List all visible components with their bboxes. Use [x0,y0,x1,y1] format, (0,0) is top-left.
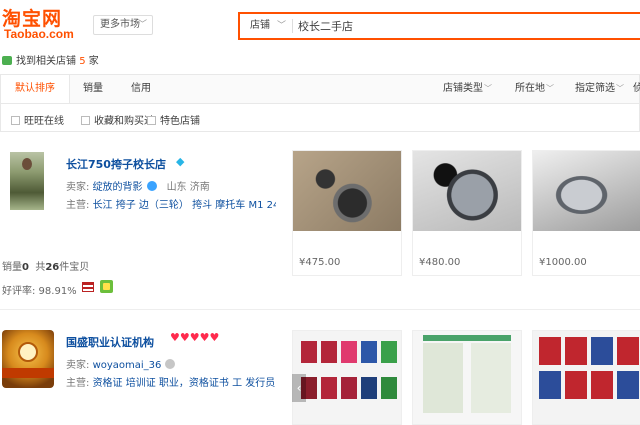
search-type-dropdown[interactable]: 店铺 ﹀ [240,14,290,38]
seller-nick-link[interactable]: 绽放的背影 [93,182,143,193]
sales-label: 销量 [2,262,22,273]
shop-avatar[interactable] [10,152,44,210]
consumer-guarantee-icon[interactable] [82,282,94,292]
product-card[interactable]: ¥1000.00 [532,150,640,276]
main-keywords[interactable]: 长江 挎子 边（三轮） 挎斗 摩托车 M1 24... [93,200,276,211]
product-image[interactable] [533,331,640,424]
sales-value: 0 [22,262,29,273]
location-label: 所在地 [515,83,545,94]
sort-credit[interactable]: 信用 [131,75,151,103]
location-dropdown[interactable]: 所在地﹀ [515,75,554,103]
filter-favorited[interactable]: 收藏和购买过 [81,112,154,127]
search-type-label: 店铺 [250,20,270,31]
product-image[interactable] [533,151,640,231]
seller-label: 卖家: [66,360,90,371]
chevron-down-icon: ﹀ [276,21,286,31]
checkbox[interactable] [11,116,20,125]
product-card[interactable] [292,330,402,425]
result-count: 5 [79,56,86,67]
main-label: 主营: [66,200,90,211]
product-card[interactable]: ¥480.00 [412,150,522,276]
result-summary: 找到相关店铺 5 家 [2,52,99,68]
chevron-down-icon: ﹀ [137,20,147,30]
seller-label: 卖家: [66,182,90,193]
verified-badge-icon[interactable] [100,280,113,293]
wangwang-icon[interactable] [165,359,176,369]
seal-icon [18,342,38,362]
seller-line: 卖家: woyaomai_36 [66,356,179,371]
sort-cutoff[interactable]: 侦 [633,75,640,103]
sort-bar: 默认排序 销量 信用 店铺类型﹀ 所在地﹀ 指定筛选﹀ 侦 [0,74,640,104]
store-icon [2,56,12,65]
filter-bar: 旺旺在线 收藏和购买过 特色店铺 [0,104,640,132]
total-value: 26 [45,262,60,273]
divider [292,19,293,33]
shop-avatar[interactable] [2,330,54,388]
chevron-down-icon: ﹀ [484,84,492,93]
seller-nick-link[interactable]: woyaomai_36 [93,360,162,371]
chevron-left-icon[interactable]: ‹ [292,374,306,402]
seller-line: 卖家: 绽放的背影 山东 济南 [66,178,210,193]
shop-stats: 销量0 共26件宝贝 [2,258,89,273]
shop-location: 山东 济南 [166,182,210,193]
main-business: 主营: 资格证 培训证 职业，资格证书 工 发行员... [66,374,276,389]
search-input[interactable] [298,14,628,38]
main-label: 主营: [66,378,90,389]
main-keywords[interactable]: 资格证 培训证 职业，资格证书 工 发行员... [93,378,276,389]
total-prefix: 共 [35,262,46,273]
product-price: ¥480.00 [419,257,461,268]
taobao-logo[interactable]: 淘宝网 Taobao.com [2,4,84,44]
product-card[interactable]: ¥475.00 [292,150,402,276]
filter-dropdown[interactable]: 指定筛选﹀ [575,75,624,103]
filter-online-label: 旺旺在线 [24,116,64,127]
shop-type-dropdown[interactable]: 店铺类型﹀ [443,75,492,103]
heart-rating-icon: ♥♥♥♥♥ [170,331,220,344]
chevron-down-icon: ﹀ [616,84,624,93]
main-business: 主营: 长江 挎子 边（三轮） 挎斗 摩托车 M1 24... [66,196,276,211]
filter-favorited-label: 收藏和购买过 [94,116,154,127]
total-suffix: 件宝贝 [59,262,90,273]
product-card[interactable] [412,330,522,425]
product-image[interactable] [413,331,521,424]
checkbox[interactable] [147,116,156,125]
more-market-label: 更多市场 [100,19,140,30]
product-image[interactable] [413,151,521,231]
shop-title-link[interactable]: 长江750挎子校长店 [66,156,166,172]
chevron-down-icon: ﹀ [546,84,554,93]
shop-rating: 好评率: 98.91% [2,286,77,297]
product-price: ¥475.00 [299,257,341,268]
shop-title-link[interactable]: 国盛职业认证机构 [66,334,154,350]
filter-featured[interactable]: 特色店铺 [147,112,200,127]
shop-type-label: 店铺类型 [443,83,483,94]
filter-label: 指定筛选 [575,83,615,94]
result-suffix: 家 [88,56,99,67]
product-image[interactable] [293,151,401,231]
avatar-banner [2,368,54,378]
product-card[interactable] [532,330,640,425]
product-image[interactable] [293,331,401,424]
result-prefix: 找到相关店铺 [16,56,76,67]
more-market-dropdown[interactable]: 更多市场 ﹀ [93,15,153,35]
diamond-icon: ◆ [176,155,185,168]
sort-sales[interactable]: 销量 [83,75,103,103]
header: 淘宝网 Taobao.com 更多市场 ﹀ 店铺 ﹀ [0,0,640,46]
sort-default[interactable]: 默认排序 [1,75,70,103]
wangwang-icon[interactable] [146,181,157,191]
filter-online[interactable]: 旺旺在线 [11,112,64,127]
logo-english: Taobao.com [4,27,74,41]
product-price: ¥1000.00 [539,257,587,268]
search-box: 店铺 ﹀ [238,12,640,40]
checkbox[interactable] [81,116,90,125]
filter-featured-label: 特色店铺 [160,116,200,127]
